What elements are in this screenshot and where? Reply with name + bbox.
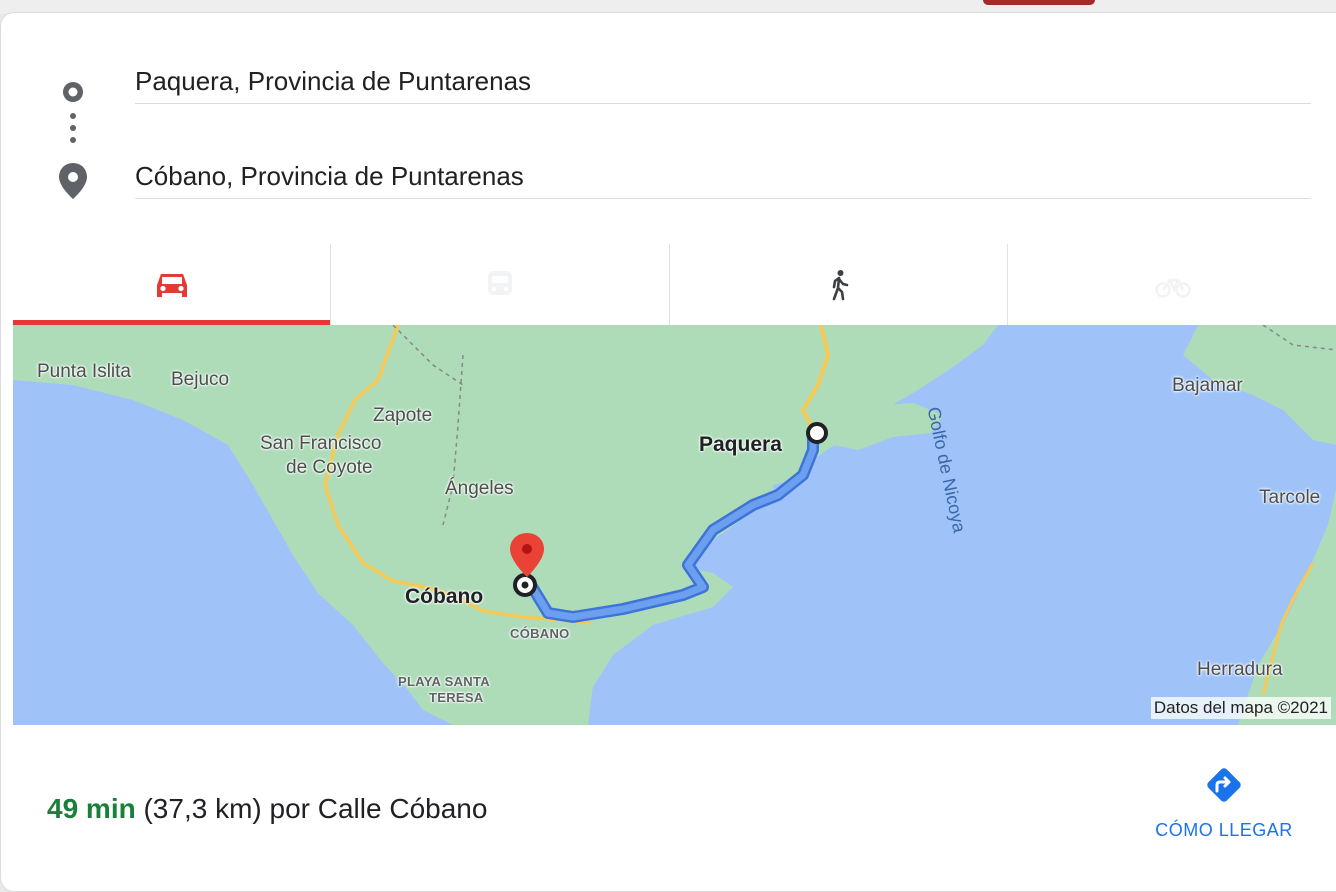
map-attribution: Datos del mapa ©2021 [1150, 697, 1331, 719]
train-icon [488, 271, 512, 295]
route-distance: (37,3 km) por Calle Cóbano [143, 793, 488, 824]
tab-transit[interactable] [330, 244, 669, 326]
map-label: Ángeles [445, 478, 514, 499]
map-label-origin: Paquera [699, 433, 782, 456]
destination-input[interactable]: Cóbano, Provincia de Puntarenas [135, 154, 1311, 199]
map-label: PLAYA SANTA [398, 674, 490, 689]
destination-pin-icon [59, 163, 87, 199]
directions-icon [1207, 768, 1241, 802]
directions-button[interactable]: CÓMO LLEGAR [1134, 765, 1314, 865]
route-map[interactable]: Punta Islita Bejuco Zapote San Francisco… [13, 325, 1336, 725]
route-summary: 49 min (37,3 km) por Calle Cóbano [47, 793, 487, 825]
origin-marker [806, 422, 828, 444]
map-label: San Francisco [260, 433, 382, 454]
directions-button-label: CÓMO LLEGAR [1155, 820, 1293, 840]
top-button-edge [983, 0, 1095, 5]
map-label: Bajamar [1172, 375, 1243, 396]
map-label: Tarcole [1259, 487, 1321, 508]
route-duration: 49 min [47, 793, 136, 824]
origin-input[interactable]: Paquera, Provincia de Puntarenas [135, 59, 1311, 104]
map-label: Herradura [1197, 659, 1283, 680]
travel-mode-tabs [13, 244, 1336, 326]
map-label-destination: Cóbano [405, 585, 484, 608]
directions-card: Paquera, Provincia de Puntarenas Cóbano,… [0, 12, 1336, 892]
tab-walking[interactable] [669, 244, 1007, 326]
map-label: CÓBANO [510, 626, 570, 641]
waypoint-icons [53, 79, 93, 219]
dots-icon [70, 113, 76, 143]
map-label: Punta Islita [37, 361, 131, 382]
tab-driving[interactable] [13, 244, 330, 326]
walk-icon [832, 270, 848, 301]
map-label: Zapote [373, 405, 433, 426]
map-label: Bejuco [171, 369, 230, 390]
mainland-south [1238, 489, 1336, 725]
car-icon [156, 274, 187, 297]
bike-icon [1154, 278, 1191, 298]
tab-cycling[interactable] [1007, 244, 1336, 326]
map-label: de Coyote [286, 457, 373, 478]
map-label: TERESA [429, 690, 484, 705]
origin-circle-icon [63, 82, 83, 102]
